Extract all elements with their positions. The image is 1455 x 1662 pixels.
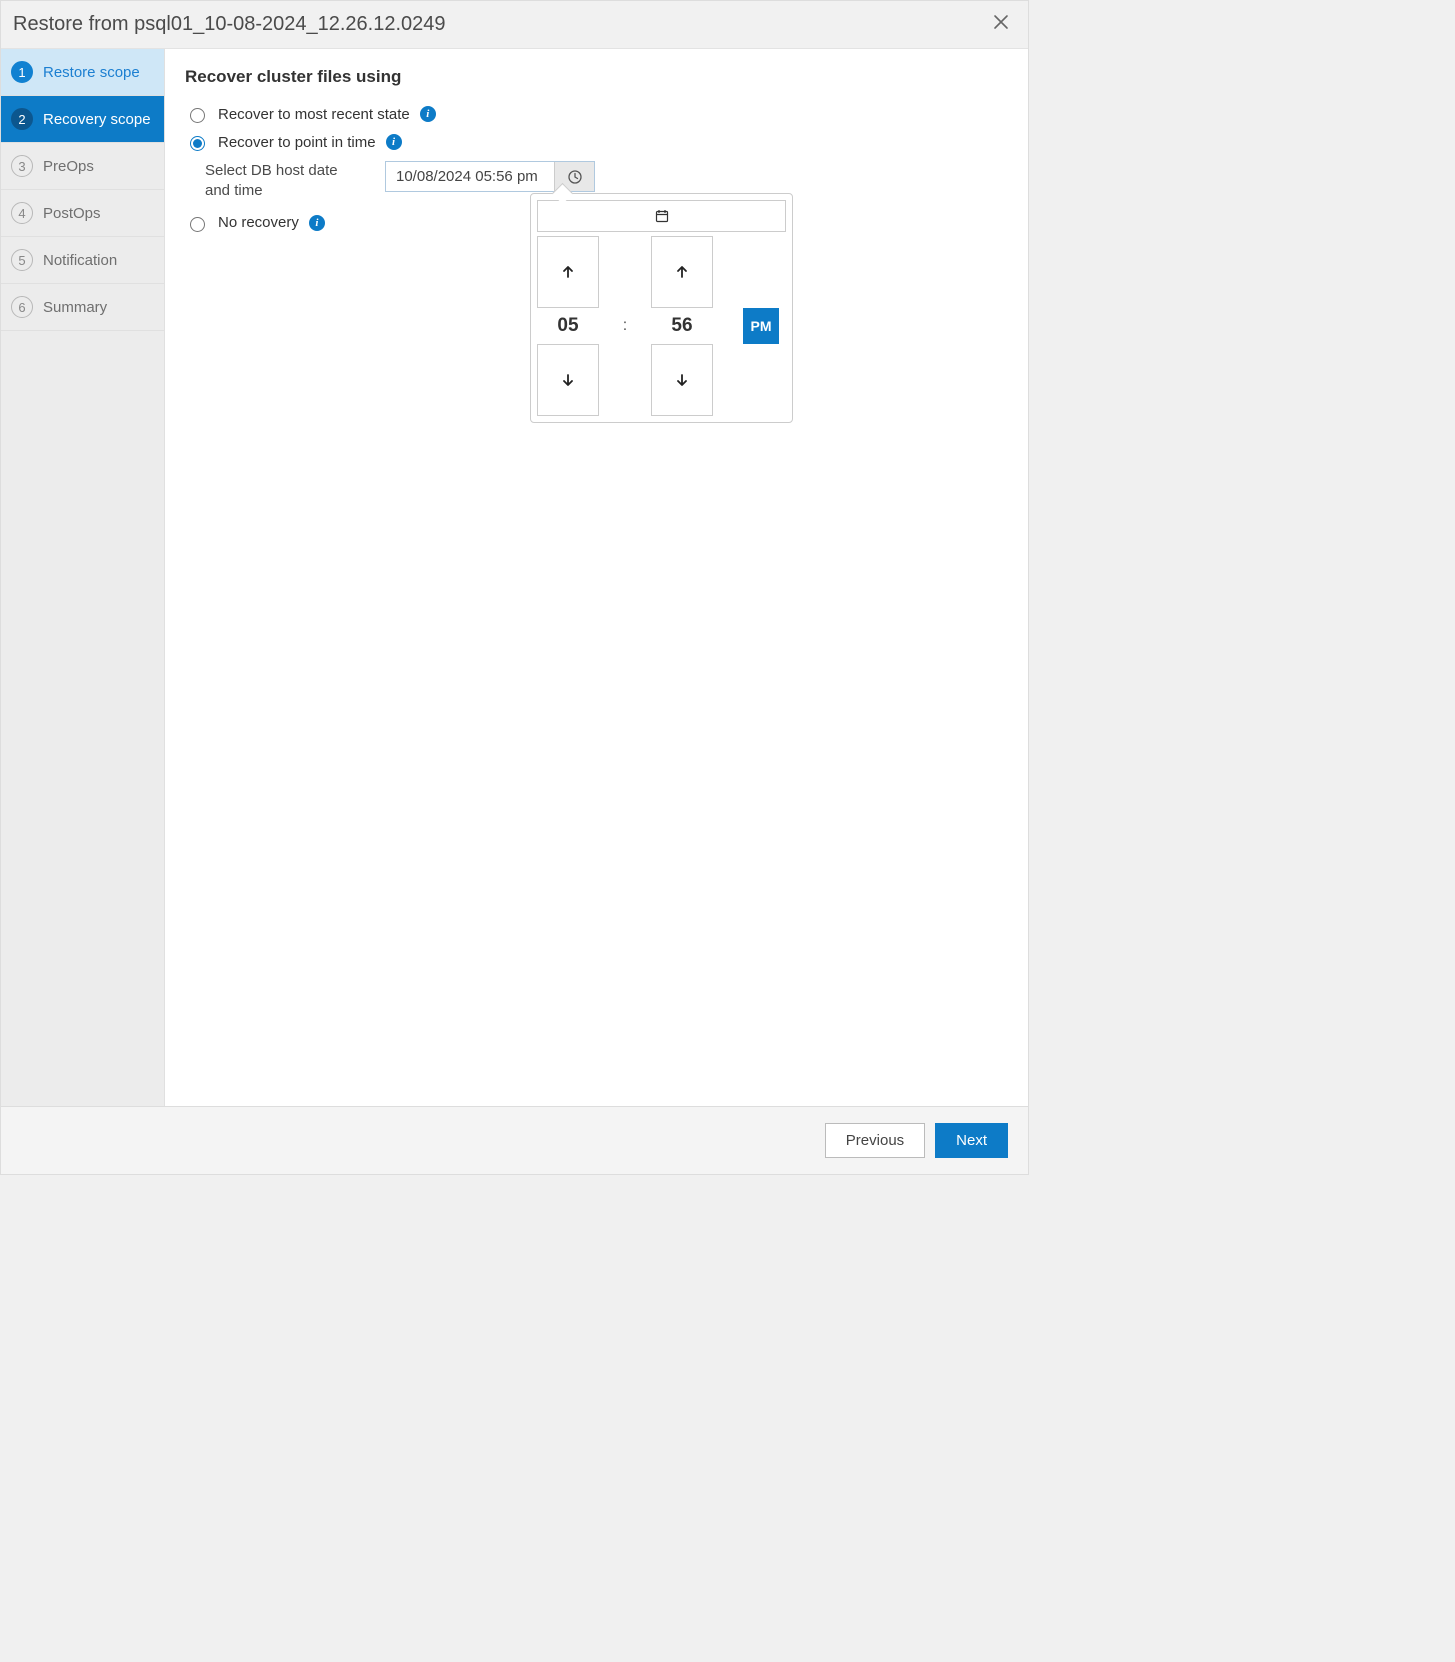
calendar-toggle[interactable] [537,200,786,232]
step-notification[interactable]: 5 Notification [1,237,164,284]
wizard-footer: Previous Next [1,1106,1028,1174]
clock-icon [568,170,582,184]
step-label: Summary [43,299,107,316]
step-number: 2 [11,108,33,130]
info-icon[interactable]: i [420,106,436,122]
wizard-body: 1 Restore scope 2 Recovery scope 3 PreOp… [1,49,1028,1106]
option-point-label: Recover to point in time [218,134,376,151]
step-number: 5 [11,249,33,271]
step-label: Restore scope [43,64,140,81]
step-label: PreOps [43,158,94,175]
close-button[interactable] [990,11,1012,38]
radio-none[interactable] [190,217,205,232]
calendar-icon [655,209,669,223]
step-label: Notification [43,252,117,269]
window-title: Restore from psql01_10-08-2024_12.26.12.… [13,13,446,36]
step-number: 1 [11,61,33,83]
option-recent-label: Recover to most recent state [218,106,410,123]
step-number: 3 [11,155,33,177]
minute-up-button[interactable] [651,236,713,308]
step-content: Recover cluster files using Recover to m… [165,49,1028,1106]
step-label: PostOps [43,205,101,222]
minute-value[interactable]: 56 [671,315,692,337]
arrow-down-icon [675,373,689,387]
step-summary[interactable]: 6 Summary [1,284,164,331]
step-recovery-scope[interactable]: 2 Recovery scope [1,96,164,143]
step-number: 6 [11,296,33,318]
step-restore-scope[interactable]: 1 Restore scope [1,49,164,96]
wizard-steps: 1 Restore scope 2 Recovery scope 3 PreOp… [1,49,165,1106]
radio-recent[interactable] [190,108,205,123]
time-colon: : [623,317,627,335]
info-icon[interactable]: i [309,215,325,231]
step-number: 4 [11,202,33,224]
step-preops[interactable]: 3 PreOps [1,143,164,190]
option-recent[interactable]: Recover to most recent state i [185,105,1008,123]
hour-down-button[interactable] [537,344,599,416]
minute-down-button[interactable] [651,344,713,416]
info-icon[interactable]: i [386,134,402,150]
hour-value[interactable]: 05 [557,315,578,337]
option-point-in-time[interactable]: Recover to point in time i [185,133,1008,151]
ampm-toggle[interactable]: PM [743,308,779,344]
datetime-input[interactable] [386,162,554,191]
restore-wizard: Restore from psql01_10-08-2024_12.26.12.… [0,0,1029,1175]
arrow-up-icon [675,265,689,279]
arrow-down-icon [561,373,575,387]
radio-point[interactable] [190,136,205,151]
hour-up-button[interactable] [537,236,599,308]
time-grid: 05 : 56 PM [537,236,786,416]
next-button[interactable]: Next [935,1123,1008,1158]
arrow-up-icon [561,265,575,279]
option-none-label: No recovery [218,214,299,231]
titlebar: Restore from psql01_10-08-2024_12.26.12.… [1,1,1028,49]
time-picker-popover: 05 : 56 PM [530,193,793,423]
content-heading: Recover cluster files using [185,67,1008,87]
step-label: Recovery scope [43,111,151,128]
datetime-label: Select DB host date and time [205,161,365,202]
step-postops[interactable]: 4 PostOps [1,190,164,237]
close-icon [992,13,1010,31]
previous-button[interactable]: Previous [825,1123,925,1158]
